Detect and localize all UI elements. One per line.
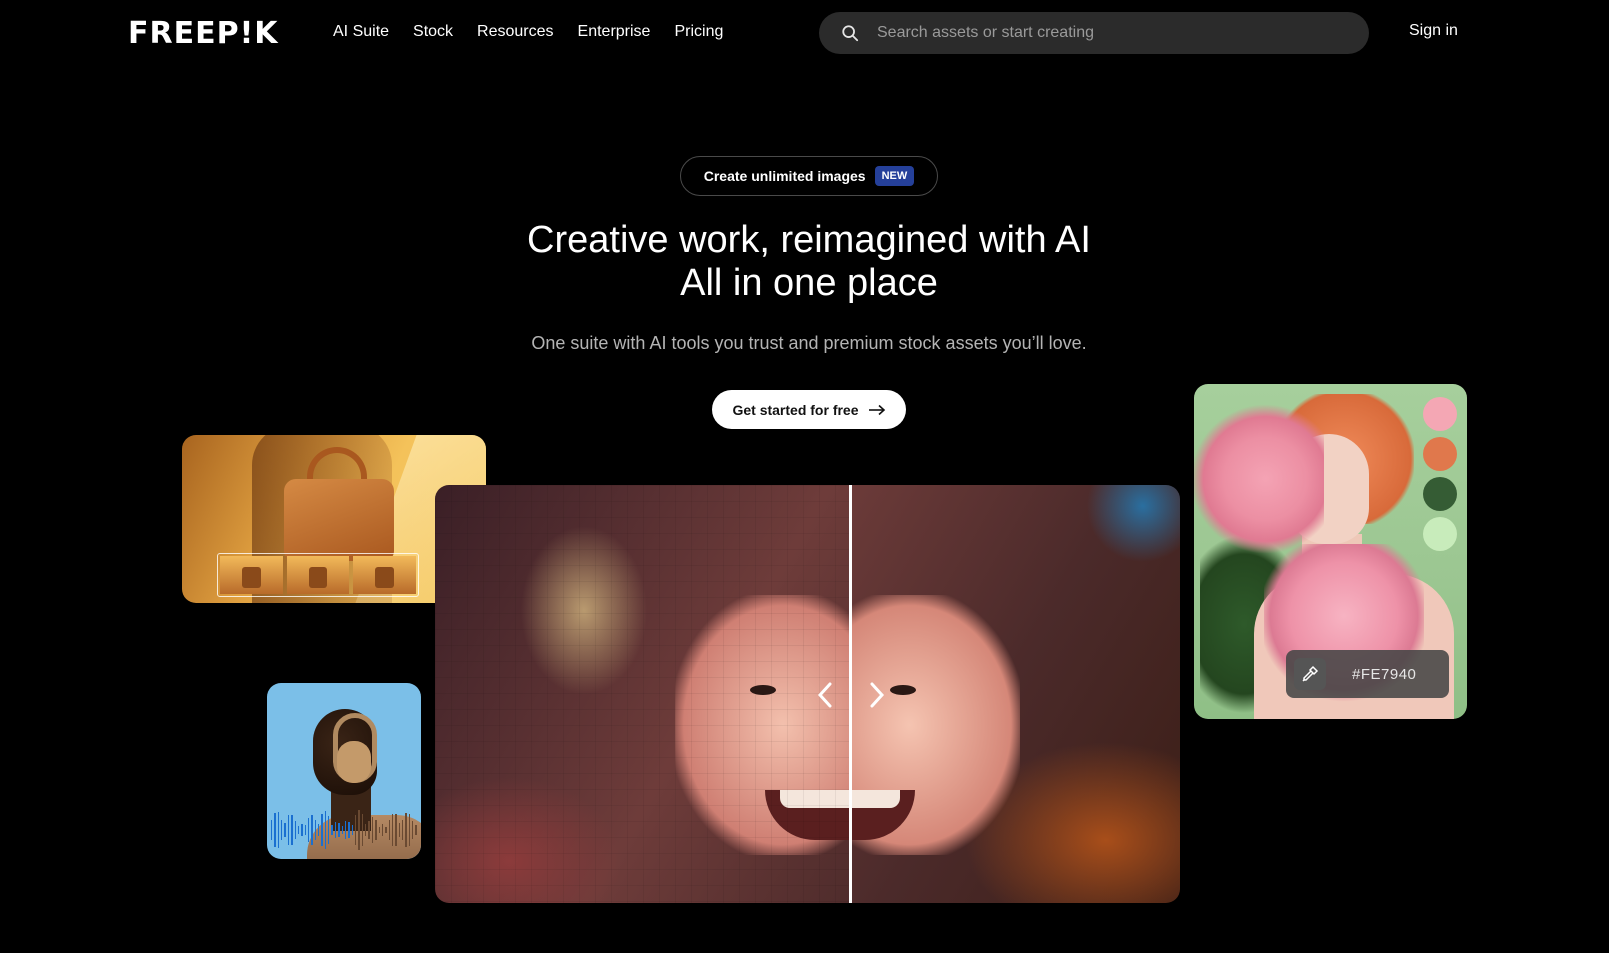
- variant-thumbnail[interactable]: [353, 556, 417, 594]
- waveform-bar: [304, 825, 306, 835]
- page: FREEP!K AI Suite Stock Resources Enterpr…: [0, 0, 1609, 953]
- color-swatch[interactable]: [1423, 397, 1457, 431]
- waveform-bar: [351, 824, 353, 836]
- chevron-left-icon: [817, 682, 832, 708]
- waveform-bar: [385, 826, 387, 834]
- variant-thumbnail[interactable]: [286, 556, 350, 594]
- sign-in-link[interactable]: Sign in: [1409, 22, 1458, 40]
- hero-subline: One suite with AI tools you trust and pr…: [531, 333, 1087, 353]
- waveform-bar: [338, 822, 340, 838]
- waveform-bar: [358, 810, 360, 850]
- waveform-bar: [375, 820, 377, 840]
- waveform-bar: [341, 825, 343, 835]
- waveform-bar: [291, 815, 293, 845]
- waveform-bar: [402, 819, 404, 841]
- waveform-bar: [391, 813, 394, 847]
- headline-line-1: Creative work, reimagined with AI: [527, 219, 1091, 261]
- pixelated-half: [435, 485, 850, 903]
- nav-resources[interactable]: Resources: [477, 22, 553, 42]
- hex-value: #FE7940: [1352, 665, 1417, 683]
- waveform-bar: [311, 815, 313, 845]
- waveform-bar: [354, 815, 357, 845]
- search-input[interactable]: [875, 23, 1319, 43]
- handbag: [284, 479, 394, 561]
- waveform-bar: [348, 821, 350, 839]
- nav-stock[interactable]: Stock: [413, 22, 453, 42]
- waveform-bar: [371, 816, 374, 844]
- waveform-bar: [324, 810, 327, 850]
- nav-pricing[interactable]: Pricing: [674, 22, 723, 42]
- waveform-bar: [408, 813, 411, 847]
- nav-ai-suite[interactable]: AI Suite: [333, 22, 389, 42]
- waveform-bar: [381, 823, 384, 837]
- waveform-bar: [368, 820, 370, 840]
- waveform-bar: [344, 820, 347, 840]
- headline-line-2: All in one place: [680, 262, 938, 304]
- nav-enterprise[interactable]: Enterprise: [578, 22, 651, 42]
- waveform-bar: [274, 812, 276, 848]
- waveform-bar: [388, 819, 390, 841]
- color-swatches: [1423, 397, 1457, 551]
- new-badge: NEW: [874, 166, 915, 186]
- waveform-bar: [294, 821, 296, 839]
- waveform-bar: [297, 825, 300, 835]
- main-nav: AI Suite Stock Resources Enterprise Pric…: [333, 22, 747, 42]
- new-feature-pill[interactable]: Create unlimited images NEW: [680, 156, 938, 196]
- color-swatch[interactable]: [1423, 477, 1457, 511]
- color-swatch[interactable]: [1423, 437, 1457, 471]
- waveform-bar: [334, 822, 337, 838]
- waveform-bar: [281, 819, 283, 841]
- waveform-bar: [277, 812, 280, 848]
- waveform-bar: [405, 812, 407, 848]
- waveform-bar: [321, 813, 323, 847]
- waveform-bar: [395, 814, 397, 846]
- chevron-right-icon: [870, 682, 885, 708]
- waveform-bar: [331, 825, 333, 835]
- waveform-bar: [301, 824, 303, 836]
- waveform-bar: [365, 823, 367, 837]
- variant-thumbnails: [217, 553, 419, 597]
- freepik-logo[interactable]: FREEP!K: [128, 19, 279, 49]
- arrow-right-icon: [868, 404, 885, 415]
- get-started-button[interactable]: Get started for free: [712, 390, 906, 429]
- color-picker-readout[interactable]: #FE7940: [1286, 650, 1449, 698]
- waveform-bar: [361, 813, 364, 847]
- waveform-bar: [271, 820, 273, 840]
- color-swatch[interactable]: [1423, 517, 1457, 551]
- search-icon: [842, 25, 859, 42]
- waveform-bar: [284, 823, 286, 837]
- waveform-bar: [287, 815, 290, 845]
- waveform-bar: [378, 826, 380, 834]
- waveform-bar: [415, 825, 417, 835]
- pill-text: Create unlimited images: [703, 168, 866, 184]
- waveform-bar: [318, 823, 320, 837]
- audio-headphones-image: [267, 683, 421, 859]
- waveform-bar: [412, 821, 414, 839]
- comparison-slider-handle[interactable]: [815, 681, 887, 709]
- audio-waveform: [271, 807, 417, 853]
- eyedropper-icon[interactable]: [1294, 658, 1326, 690]
- upscale-comparison[interactable]: [435, 485, 1180, 903]
- waveform-bar: [328, 816, 330, 844]
- search-bar[interactable]: [819, 12, 1369, 54]
- waveform-bar: [307, 818, 310, 842]
- waveform-bar: [314, 820, 317, 840]
- waveform-bar: [398, 822, 401, 838]
- hero-headline: Creative work, reimagined with AI All in…: [0, 219, 1609, 305]
- headphone-earcup: [337, 741, 371, 783]
- variant-thumbnail[interactable]: [220, 556, 283, 594]
- cta-label: Get started for free: [732, 401, 859, 418]
- eye-right: [890, 685, 916, 695]
- flower-top: [1194, 404, 1324, 554]
- color-palette-image: #FE7940: [1194, 384, 1467, 719]
